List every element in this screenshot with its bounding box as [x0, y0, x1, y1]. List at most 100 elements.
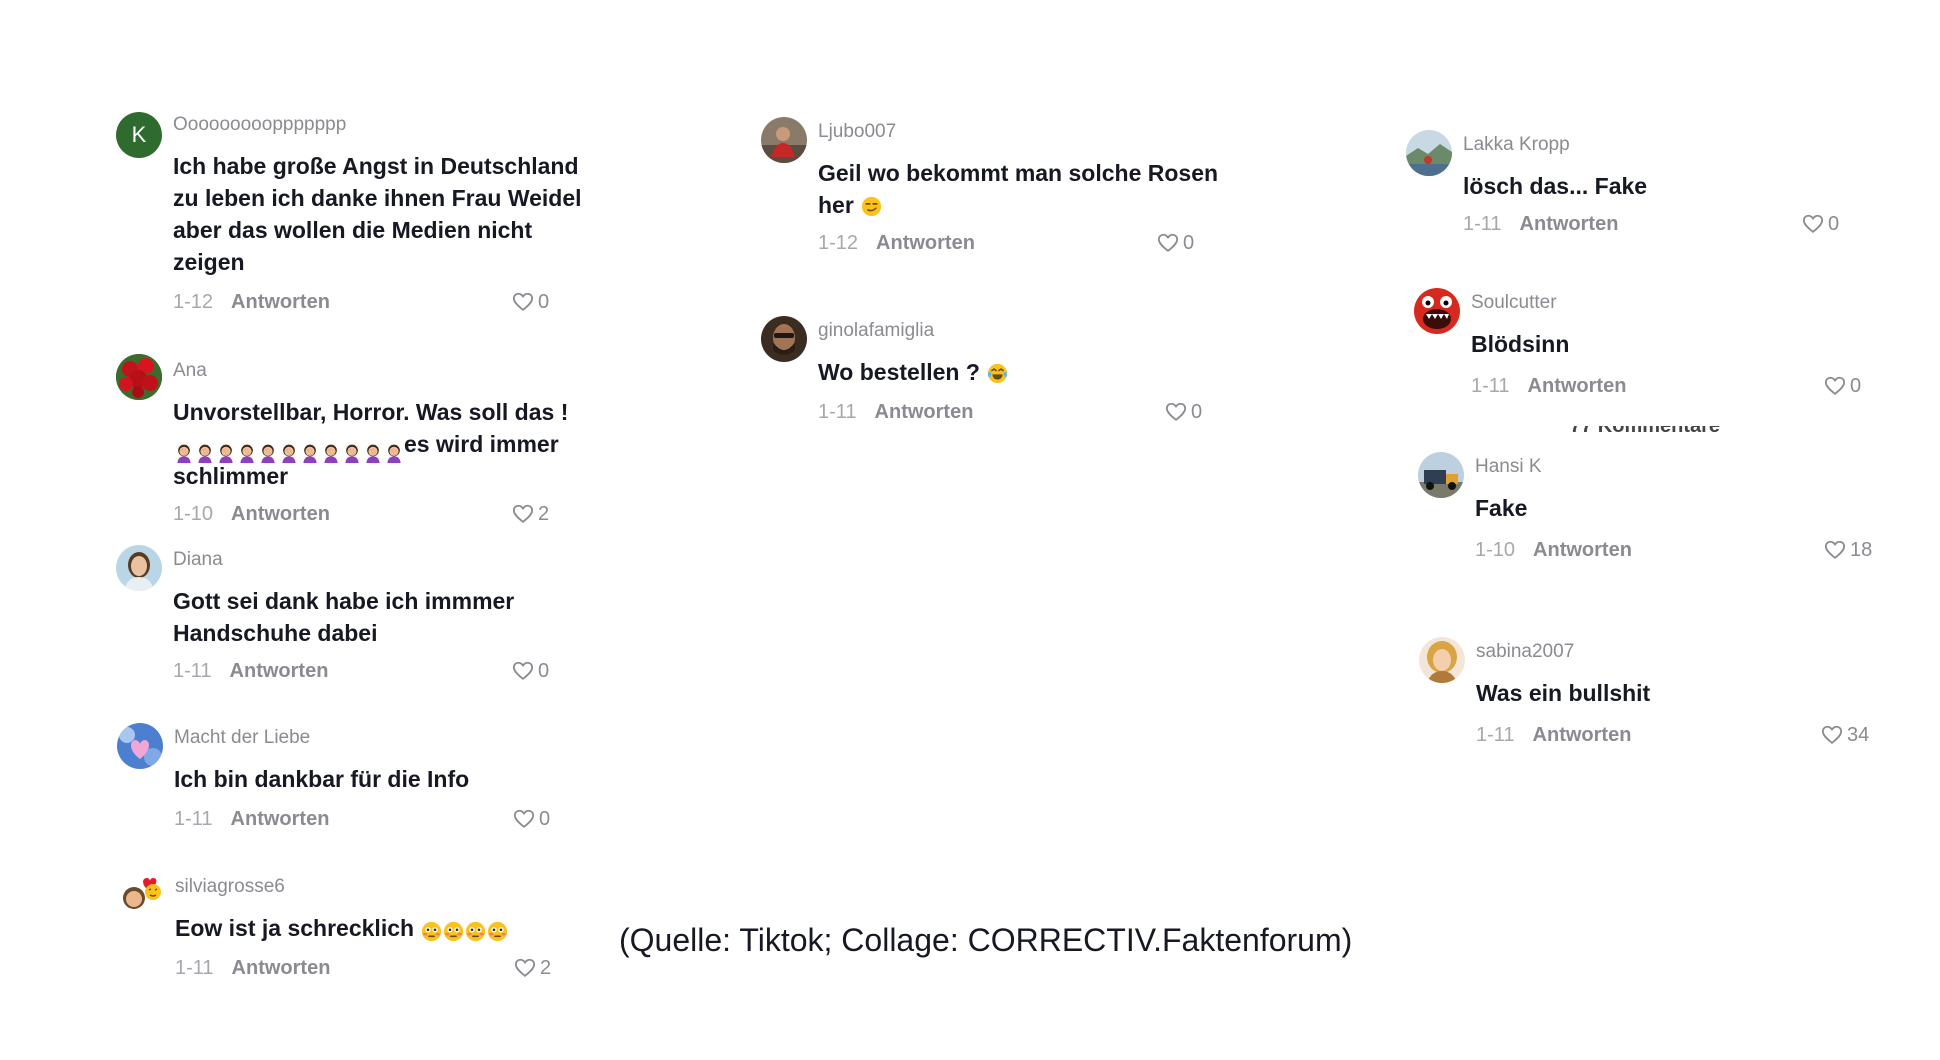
- flushed-emoji-row: [420, 914, 508, 946]
- reply-button[interactable]: Antworten: [1533, 539, 1632, 562]
- comment-meta: 1-10 Antworten: [1475, 536, 1632, 564]
- like-count: 0: [539, 807, 551, 830]
- reply-button[interactable]: Antworten: [1520, 213, 1619, 236]
- bearded-man-photo: [761, 316, 807, 362]
- red-roses-avatar[interactable]: [116, 354, 162, 400]
- heart-outline-icon: [1824, 539, 1846, 561]
- truck-avatar[interactable]: [1418, 452, 1464, 498]
- like-button[interactable]: 0: [1802, 210, 1839, 238]
- comment-meta: 1-11 Antworten: [174, 805, 329, 833]
- comment-text: Unvorstellbar, Horror. Was soll das ! es…: [173, 396, 583, 492]
- comment-text: Gott sei dank habe ich immmer Handschuhe…: [173, 588, 515, 646]
- comment-meta: 1-11 Antworten: [1463, 210, 1618, 238]
- comment-username[interactable]: Hansi K: [1475, 456, 1542, 478]
- reply-button[interactable]: Antworten: [1528, 375, 1627, 398]
- comment-username[interactable]: Soulcutter: [1471, 292, 1557, 314]
- blonde-woman-avatar[interactable]: [1419, 637, 1465, 683]
- comment-username[interactable]: sabina2007: [1476, 641, 1574, 663]
- comment-text: Wo bestellen ?: [818, 356, 1228, 388]
- comment-username[interactable]: Ljubo007: [818, 121, 896, 143]
- facepalm-emoji-row: [173, 435, 404, 457]
- reply-button[interactable]: Antworten: [232, 957, 331, 980]
- like-count: 0: [1191, 400, 1203, 423]
- comment-text: Ich habe große Angst in Deutschland zu l…: [173, 153, 582, 275]
- comment-date: 1-11: [175, 956, 214, 979]
- like-count: 34: [1847, 723, 1870, 746]
- like-count: 2: [540, 956, 552, 979]
- comment-text: Ich bin dankbar für die Info: [174, 766, 470, 792]
- heart-outline-icon: [1157, 232, 1179, 254]
- like-button[interactable]: 18: [1824, 536, 1872, 564]
- like-button[interactable]: 0: [1157, 229, 1194, 257]
- comment-date: 1-12: [173, 290, 214, 313]
- comment-text: Eow ist ja schrecklich: [175, 912, 585, 946]
- heart-sky-photo: [117, 723, 163, 769]
- reply-button[interactable]: Antworten: [231, 503, 330, 526]
- reply-button[interactable]: Antworten: [876, 232, 975, 255]
- comment-username[interactable]: Ana: [173, 360, 207, 382]
- woman-photo-avatar[interactable]: [116, 545, 162, 591]
- comment-text-start: Unvorstellbar, Horror. Was soll das !: [173, 399, 569, 425]
- comment-text: Was ein bullshit: [1476, 680, 1651, 706]
- like-count: 0: [1850, 374, 1862, 397]
- comment-date: 1-10: [1475, 538, 1516, 561]
- heart-outline-icon: [1165, 401, 1187, 423]
- like-button[interactable]: 0: [1824, 372, 1861, 400]
- like-count: 0: [538, 290, 550, 313]
- emoji-hearts-avatar[interactable]: [118, 872, 164, 918]
- red-monster-avatar[interactable]: [1414, 288, 1460, 334]
- like-button[interactable]: 2: [512, 500, 549, 528]
- letter-k-avatar[interactable]: K: [116, 112, 162, 158]
- reply-button[interactable]: Antworten: [231, 808, 330, 831]
- woman-photo: [116, 545, 162, 591]
- comment-text: Fake: [1475, 495, 1528, 521]
- comment-username[interactable]: silviagrosse6: [175, 876, 285, 898]
- like-button[interactable]: 0: [513, 805, 550, 833]
- like-count: 0: [538, 659, 550, 682]
- comment-meta: 1-11 Antworten: [1471, 372, 1626, 400]
- facepalm-emoji-icon: [279, 442, 299, 464]
- reply-button[interactable]: Antworten: [230, 660, 329, 683]
- smirk-emoji-icon: [861, 196, 882, 217]
- comment-username[interactable]: Diana: [173, 549, 223, 571]
- facepalm-emoji-icon: [300, 442, 320, 464]
- heart-outline-icon: [512, 503, 534, 525]
- man-photo-avatar[interactable]: [761, 117, 807, 163]
- like-count: 0: [1828, 212, 1840, 235]
- comment-username[interactable]: Oooooooooppppppp: [173, 114, 346, 136]
- avatar-letter: K: [131, 122, 147, 147]
- bearded-man-avatar[interactable]: [761, 316, 807, 362]
- reply-button[interactable]: Antworten: [231, 291, 330, 314]
- pink-heart-sky-avatar[interactable]: [117, 723, 163, 769]
- comment-username[interactable]: Macht der Liebe: [174, 727, 310, 749]
- landscape-avatar[interactable]: [1406, 130, 1452, 176]
- like-button[interactable]: 0: [512, 288, 549, 316]
- comment-meta: 1-11 Antworten: [818, 398, 973, 426]
- comment-date: 1-11: [818, 400, 857, 423]
- comment-meta: 1-11 Antworten: [175, 954, 330, 982]
- heart-outline-icon: [1824, 375, 1846, 397]
- facepalm-emoji-icon: [384, 442, 404, 464]
- roses-image: [116, 354, 162, 400]
- reply-button[interactable]: Antworten: [875, 401, 974, 424]
- facepalm-emoji-icon: [258, 442, 278, 464]
- like-button[interactable]: 34: [1821, 721, 1869, 749]
- like-button[interactable]: 2: [514, 954, 551, 982]
- comment-text: Blödsinn: [1471, 331, 1570, 357]
- comment-username[interactable]: ginolafamiglia: [818, 320, 934, 342]
- facepalm-emoji-icon: [363, 442, 383, 464]
- comment-date: 1-11: [1476, 723, 1515, 746]
- reply-button[interactable]: Antworten: [1533, 724, 1632, 747]
- facepalm-emoji-icon: [195, 442, 215, 464]
- like-button[interactable]: 0: [512, 657, 549, 685]
- red-monster-image: [1414, 288, 1460, 334]
- like-count: 2: [538, 502, 550, 525]
- like-button[interactable]: 0: [1165, 398, 1202, 426]
- like-count: 18: [1850, 538, 1873, 561]
- comment-username[interactable]: Lakka Kropp: [1463, 134, 1570, 156]
- flushed-face-emoji-icon: [465, 921, 486, 942]
- comment-count-text: 77 Kommentare: [1570, 426, 1720, 437]
- man-photo: [761, 117, 807, 163]
- comment-text: Geil wo bekommt man solche Rosen her: [818, 157, 1228, 221]
- facepalm-emoji-icon: [321, 442, 341, 464]
